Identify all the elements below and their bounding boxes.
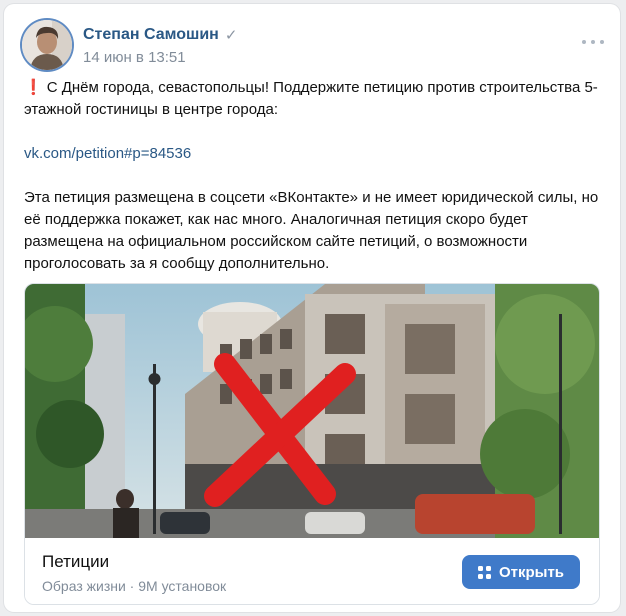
app-subtitle: Образ жизни · 9M установок <box>42 578 227 594</box>
post-date[interactable]: 14 июн в 13:51 <box>83 49 186 66</box>
post-text: ❗ С Днём города, севастопольцы! Поддержит… <box>24 77 604 297</box>
hotel-rendering-image[interactable] <box>25 284 599 538</box>
app-info-bar: Петиции Образ жизни · 9M установок Откры… <box>25 538 599 604</box>
post-paragraph-1: ❗ С Днём города, севастопольцы! Поддержит… <box>24 77 604 121</box>
avatar-photo <box>22 20 72 70</box>
author-name[interactable]: Степан Самошин ✓ <box>83 26 237 44</box>
open-app-button[interactable]: Открыть <box>462 555 580 589</box>
post-text-line1: С Днём города, севастопольцы! Поддержите… <box>24 79 598 118</box>
post-header: Степан Самошин ✓ 14 июн в 13:51 <box>22 20 604 72</box>
avatar[interactable] <box>22 20 72 70</box>
post-card: Степан Самошин ✓ 14 июн в 13:51 ❗ С Днём … <box>4 4 620 612</box>
post-paragraph-3: Эта петиция размещена в соцсети «ВКонтак… <box>24 189 599 272</box>
open-app-button-label: Открыть <box>498 563 565 581</box>
post-paragraph-2: vk.com/petition#p=84536 <box>24 143 604 165</box>
check-icon: ✓ <box>224 27 238 44</box>
author-name-text[interactable]: Степан Самошин <box>83 26 219 44</box>
grid-icon <box>477 565 491 579</box>
exclamation-icon: ❗ <box>24 79 43 96</box>
petition-link[interactable]: vk.com/petition#p=84536 <box>24 145 191 162</box>
app-title[interactable]: Петиции <box>42 552 109 572</box>
more-horizontal-icon[interactable] <box>582 38 604 46</box>
app-attachment[interactable]: Петиции Образ жизни · 9M установок Откры… <box>24 283 600 605</box>
